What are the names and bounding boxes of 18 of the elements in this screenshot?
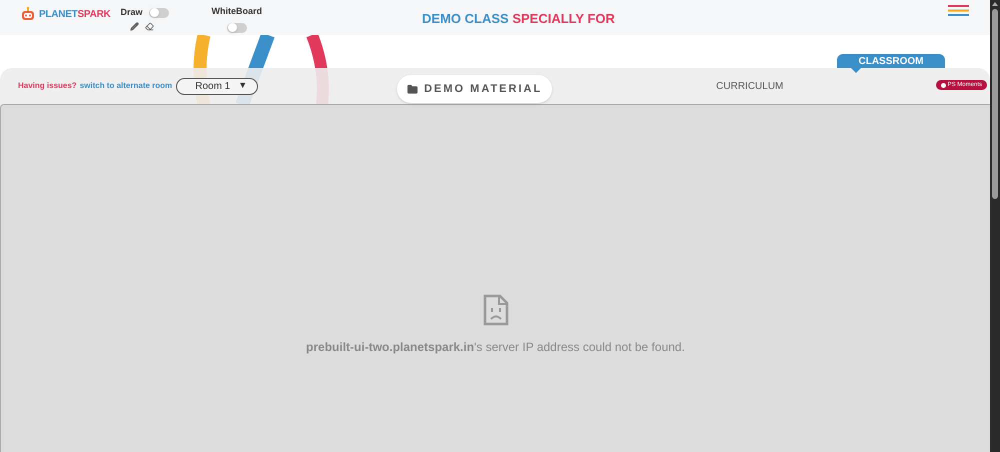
folder-icon [407, 84, 418, 94]
menu-icon[interactable] [948, 5, 969, 16]
pencil-icon[interactable] [130, 22, 139, 30]
logo-text: PLANETSPARK [39, 8, 111, 22]
draw-label: Draw [120, 6, 143, 19]
room-select[interactable]: Room 1 ▼ [176, 78, 258, 94]
demo-material-button[interactable]: DEMO MATERIAL [397, 75, 552, 103]
toggle-switch[interactable] [148, 8, 169, 18]
issue-text: Having issues? [18, 80, 77, 92]
robot-logo-icon [20, 7, 36, 22]
whiteboard-label: WhiteBoard [212, 5, 262, 18]
sad-document-icon [482, 294, 508, 326]
page-title: DEMO CLASS SPECIALLY FOR [422, 10, 615, 28]
error-message: prebuilt-ui-two.planetspark.in's server IP address could not be found. [306, 339, 685, 356]
scrollbar[interactable] [990, 0, 1000, 452]
eraser-icon[interactable] [144, 22, 154, 30]
curriculum-tab[interactable]: CURRICULUM [716, 79, 784, 94]
toggle-switch[interactable] [226, 22, 247, 32]
